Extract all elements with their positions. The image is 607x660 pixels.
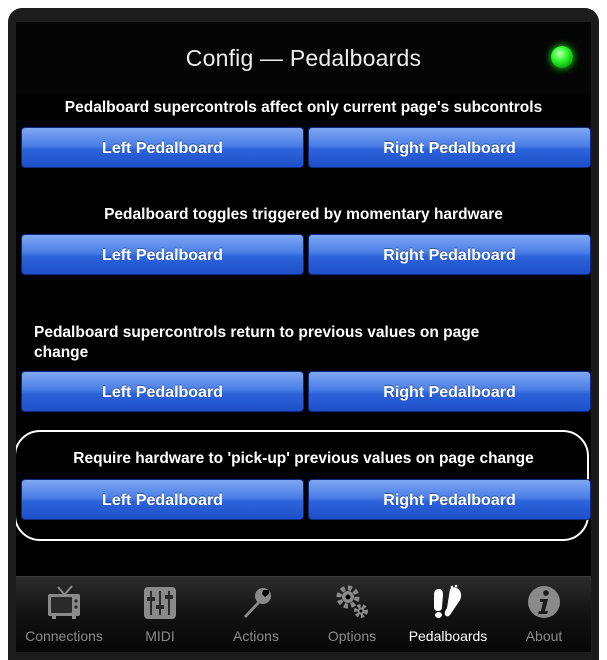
footprint-icon	[434, 584, 462, 618]
tab-label-about: About	[525, 628, 563, 644]
right-pedalboard-button-2[interactable]: Right Pedalboard	[308, 234, 591, 275]
left-pedalboard-button-3[interactable]: Left Pedalboard	[21, 371, 304, 412]
left-pedalboard-button-4[interactable]: Left Pedalboard	[21, 479, 304, 520]
tab-connections[interactable]: Connections	[16, 577, 112, 652]
section-label-return-values-line2: change	[34, 344, 89, 361]
tab-actions[interactable]: Actions	[208, 577, 304, 652]
section-label-momentary-toggles: Pedalboard toggles triggered by momentar…	[104, 206, 503, 223]
right-pedalboard-button-4[interactable]: Right Pedalboard	[308, 479, 591, 520]
tv-icon	[48, 585, 80, 619]
gears-icon	[336, 585, 368, 618]
right-pedalboard-button-1[interactable]: Right Pedalboard	[308, 127, 591, 168]
section-label-pickup: Require hardware to 'pick-up' previous v…	[73, 450, 534, 467]
app-screen: Config — Pedalboards Pedalboard supercon…	[16, 22, 591, 652]
left-pedalboard-button-2[interactable]: Left Pedalboard	[21, 234, 304, 275]
tab-label-actions: Actions	[233, 628, 279, 644]
page-title: Config — Pedalboards	[185, 45, 422, 71]
status-led-icon	[551, 46, 573, 68]
section-label-supercontrols-scope: Pedalboard supercontrols affect only cur…	[64, 99, 543, 116]
info-icon	[528, 586, 560, 618]
tab-midi[interactable]: MIDI	[112, 577, 208, 652]
tab-options[interactable]: Options	[304, 577, 400, 652]
tab-label-midi: MIDI	[145, 628, 175, 644]
mixer-icon	[144, 587, 176, 619]
right-pedalboard-button-3[interactable]: Right Pedalboard	[308, 371, 591, 412]
tab-bar: Connections MIDI Actions Options Pedalbo…	[16, 576, 591, 652]
section-label-return-values-line1: Pedalboard supercontrols return to previ…	[34, 324, 480, 341]
wrench-icon	[244, 588, 271, 618]
navigation-bar: Config — Pedalboards	[16, 22, 591, 94]
tab-about[interactable]: About	[496, 577, 591, 652]
tab-label-options: Options	[327, 628, 377, 644]
tab-label-pedalboards: Pedalboards	[408, 628, 488, 644]
left-pedalboard-button-1[interactable]: Left Pedalboard	[21, 127, 304, 168]
tab-label-connections: Connections	[25, 628, 103, 644]
tab-pedalboards[interactable]: Pedalboards	[400, 577, 496, 652]
